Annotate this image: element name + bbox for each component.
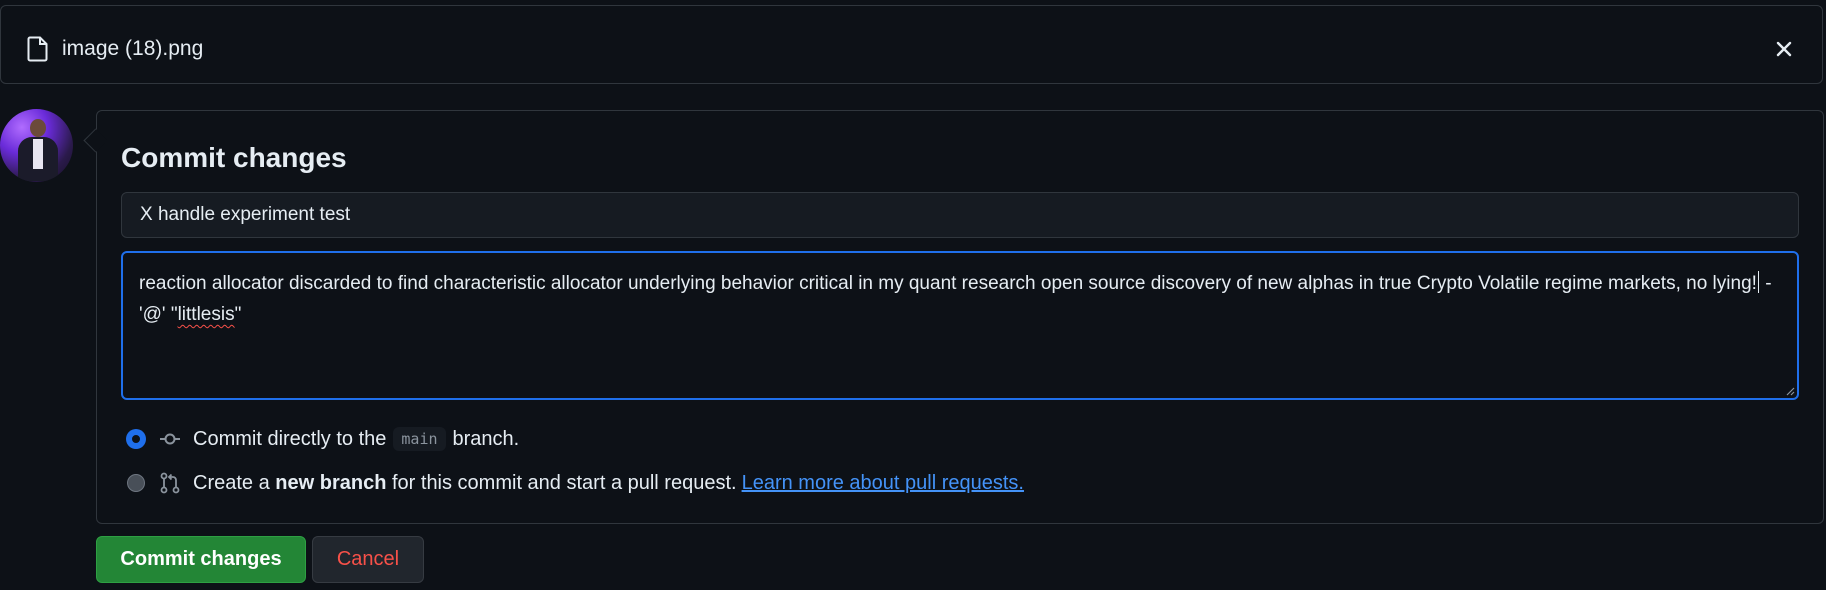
description-text-end: " xyxy=(234,304,242,325)
commit-changes-button[interactable]: Commit changes xyxy=(96,536,306,583)
branch-name: main xyxy=(393,427,446,451)
file-header: image (18).png xyxy=(0,5,1823,84)
avatar-figure-head xyxy=(30,119,46,137)
new-branch-label-suffix: for this commit and start a pull request… xyxy=(391,471,737,494)
commit-direct-label-suffix: branch. xyxy=(452,427,520,450)
new-branch-option[interactable]: Create a new branch for this commit and … xyxy=(127,469,1024,497)
close-icon[interactable] xyxy=(1772,37,1796,61)
commit-description-textarea[interactable]: reaction allocator discarded to find cha… xyxy=(121,251,1799,400)
new-branch-radio[interactable] xyxy=(127,474,145,492)
misspelled-word: littlesis xyxy=(177,304,235,325)
git-pull-request-icon xyxy=(160,472,180,494)
file-name: image (18).png xyxy=(62,37,204,60)
avatar-figure-shirt xyxy=(33,139,43,169)
new-branch-label-bold: new branch xyxy=(275,471,387,494)
new-branch-label-prefix: Create a xyxy=(193,471,270,494)
git-commit-icon xyxy=(160,433,180,445)
commit-direct-option[interactable]: Commit directly to the main branch. xyxy=(127,425,519,453)
resize-handle-icon[interactable] xyxy=(1785,386,1795,396)
description-text-start: reaction allocator discarded to find cha… xyxy=(139,273,1757,294)
cancel-button[interactable]: Cancel xyxy=(312,536,424,583)
commit-direct-radio[interactable] xyxy=(127,430,145,448)
user-avatar[interactable] xyxy=(0,109,73,182)
learn-more-pull-requests-link[interactable]: Learn more about pull requests. xyxy=(742,472,1024,495)
text-cursor xyxy=(1757,271,1759,293)
commit-dialog-title: Commit changes xyxy=(121,142,347,173)
commit-summary-input[interactable]: X handle experiment test xyxy=(121,192,1799,238)
file-icon xyxy=(27,36,48,62)
commit-direct-label-prefix: Commit directly to the xyxy=(193,427,387,450)
